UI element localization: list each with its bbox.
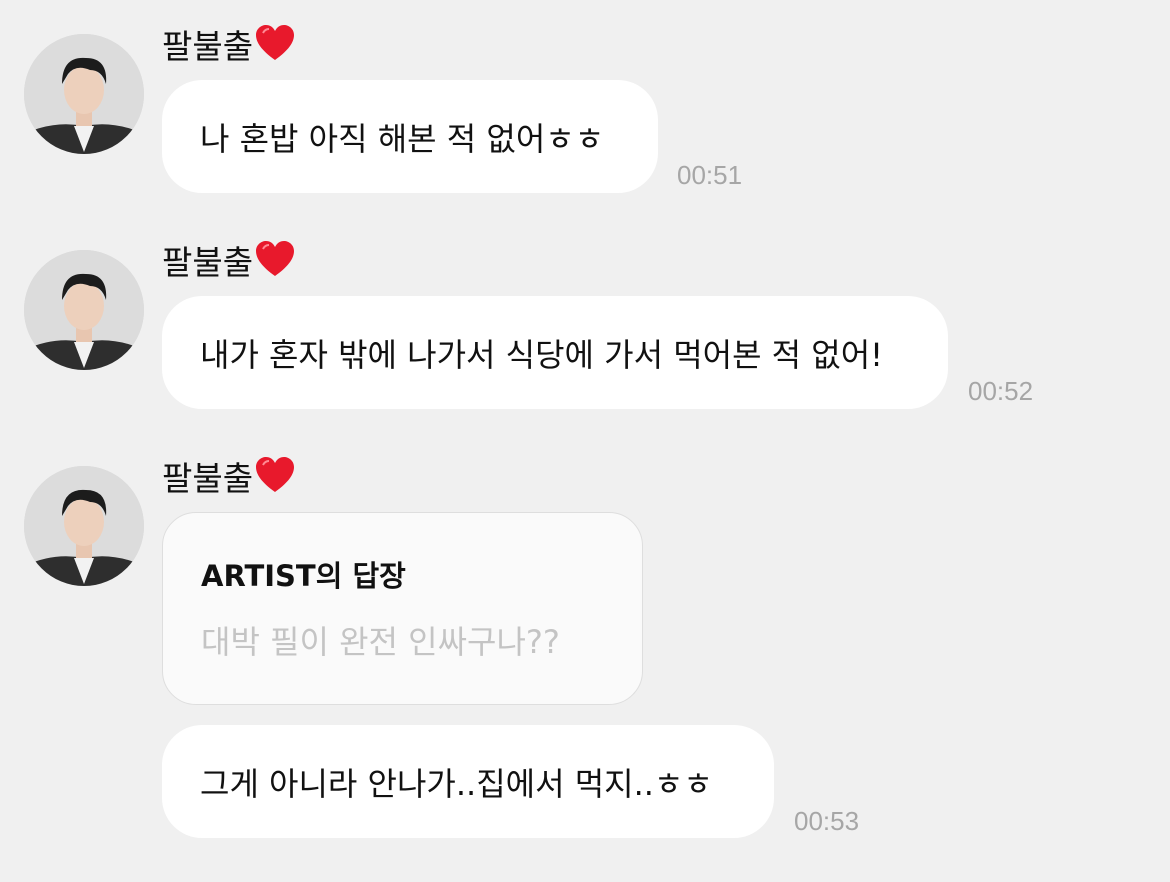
- avatar[interactable]: [24, 466, 144, 586]
- timestamp: 00:51: [677, 160, 743, 190]
- reply-quote-card[interactable]: ARTIST의 답장 대박 필이 완전 인싸구나??: [162, 512, 643, 705]
- avatar-image: [24, 250, 144, 370]
- message-text: 그게 아니라 안나가..집에서 먹지..ㅎㅎ: [200, 764, 713, 803]
- avatar-image: [24, 466, 144, 586]
- sender-name-text: 팔불출: [162, 459, 254, 498]
- avatar[interactable]: [24, 34, 144, 154]
- message-bubble[interactable]: 나 혼밥 아직 해본 적 없어ㅎㅎ: [162, 80, 658, 193]
- sender-name-text: 팔불출: [162, 243, 254, 282]
- avatar-image: [24, 34, 144, 154]
- message-text: 나 혼밥 아직 해본 적 없어ㅎㅎ: [200, 119, 605, 158]
- sender-name: 팔불출: [162, 24, 295, 71]
- heart-icon: [255, 456, 295, 503]
- heart-icon: [255, 24, 295, 71]
- sender-name-text: 팔불출: [162, 27, 254, 66]
- heart-icon: [255, 240, 295, 287]
- sender-name: 팔불출: [162, 240, 295, 287]
- timestamp: 00:53: [794, 806, 860, 836]
- message-bubble[interactable]: 그게 아니라 안나가..집에서 먹지..ㅎㅎ: [162, 725, 774, 838]
- reply-quoted-text: 대박 필이 완전 인싸구나??: [201, 623, 560, 661]
- message-text: 내가 혼자 밖에 나가서 식당에 가서 먹어본 적 없어!: [200, 335, 884, 374]
- reply-title: ARTIST의 답장: [201, 559, 406, 593]
- avatar[interactable]: [24, 250, 144, 370]
- sender-name: 팔불출: [162, 456, 295, 503]
- message-bubble[interactable]: 내가 혼자 밖에 나가서 식당에 가서 먹어본 적 없어!: [162, 296, 948, 409]
- timestamp: 00:52: [968, 376, 1034, 406]
